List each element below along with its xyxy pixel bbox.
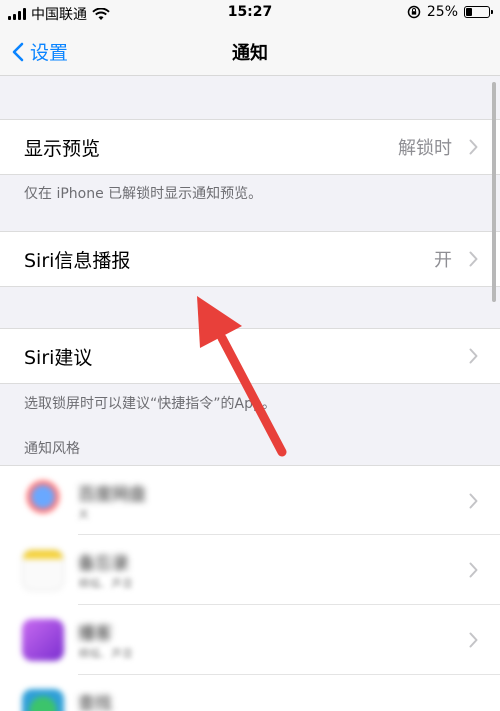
- app-row[interactable]: 备忘录 横幅、声音: [0, 535, 500, 605]
- siri-suggestions-label: Siri建议: [24, 346, 93, 369]
- battery-icon: [464, 6, 493, 18]
- battery-fill: [466, 8, 472, 16]
- baidu-netdisk-icon: [22, 480, 64, 522]
- app-row[interactable]: 百度网盘 关: [0, 465, 500, 535]
- find-my-icon: [22, 689, 64, 711]
- app-row[interactable]: 查找 横幅: [0, 675, 500, 711]
- show-previews-label: 显示预览: [24, 137, 101, 160]
- app-subtitle: 横幅、声音: [78, 647, 133, 660]
- siri-suggestions-row[interactable]: Siri建议: [0, 328, 500, 384]
- app-name: 查找: [78, 694, 112, 711]
- chevron-right-icon: [469, 493, 478, 509]
- siri-announce-row[interactable]: Siri信息播报 开: [0, 231, 500, 287]
- notification-style-header: 通知风格: [24, 441, 80, 457]
- status-right: 25%: [407, 4, 493, 20]
- app-name: 播客: [78, 624, 112, 644]
- chevron-right-icon: [469, 139, 478, 155]
- chevron-right-icon: [469, 348, 478, 364]
- chevron-right-icon: [469, 562, 478, 578]
- scroll-indicator[interactable]: [492, 82, 496, 302]
- chevron-right-icon: [469, 632, 478, 648]
- siri-footnote: 选取锁屏时可以建议“快捷指令”的App。: [24, 396, 276, 412]
- siri-announce-value: 开: [434, 250, 452, 271]
- app-name: 百度网盘: [78, 485, 146, 505]
- navigation-bar: 设置 通知: [0, 26, 500, 76]
- app-row[interactable]: 播客 横幅、声音: [0, 605, 500, 675]
- status-bar: 中国联通 15:27 25%: [0, 0, 500, 26]
- preview-footnote: 仅在 iPhone 已解锁时显示通知预览。: [24, 186, 263, 202]
- app-name: 备忘录: [78, 554, 129, 574]
- chevron-right-icon: [469, 251, 478, 267]
- show-previews-row[interactable]: 显示预览 解锁时: [0, 119, 500, 175]
- show-previews-value: 解锁时: [398, 138, 452, 159]
- podcasts-icon: [22, 619, 64, 661]
- notes-icon: [22, 549, 64, 591]
- app-subtitle: 关: [78, 508, 89, 521]
- app-subtitle: 横幅、声音: [78, 577, 133, 590]
- battery-percent: 25%: [426, 4, 458, 20]
- rotation-lock-icon: [407, 5, 421, 19]
- page-title: 通知: [232, 43, 268, 64]
- siri-announce-label: Siri信息播报: [24, 249, 131, 272]
